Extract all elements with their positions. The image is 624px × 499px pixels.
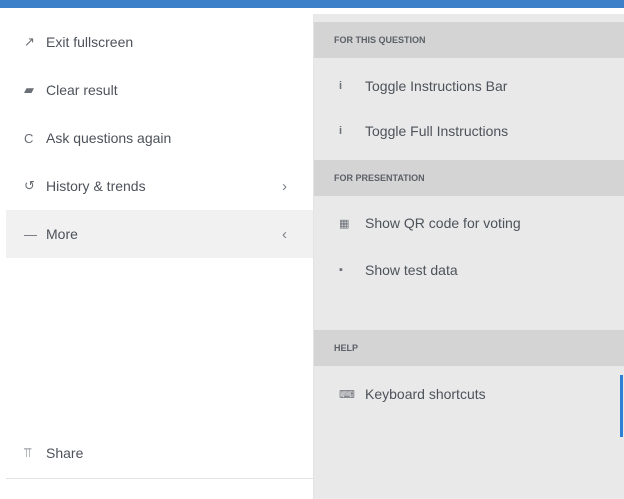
exit-fullscreen-label: Exit fullscreen <box>46 34 134 50</box>
share-icon: ⫪ <box>24 445 32 460</box>
keyboard-shortcuts-label: Keyboard shortcuts <box>365 386 486 402</box>
section-header-for-this-question: FOR THIS QUESTION <box>314 22 624 58</box>
clear-result-label: Clear result <box>46 82 118 98</box>
show-test-data-item[interactable]: ▪ Show test data <box>314 250 624 290</box>
main-menu: ↗ Exit fullscreen ▰ Clear result C Ask q… <box>6 14 314 499</box>
top-accent-bar <box>0 0 624 8</box>
scroll-indicator[interactable] <box>620 375 623 437</box>
ask-questions-again-label: Ask questions again <box>46 130 172 146</box>
share-label: Share <box>46 445 84 461</box>
eraser-icon: ▰ <box>24 82 34 97</box>
info-icon: i <box>339 125 343 137</box>
refresh-icon: C <box>24 130 34 146</box>
more-submenu: FOR THIS QUESTION i Toggle Instructions … <box>314 14 624 499</box>
qr-code-icon: ▦ <box>339 217 350 230</box>
section-header-for-presentation: FOR PRESENTATION <box>314 160 624 196</box>
more-item[interactable]: — More ‹ <box>6 210 313 258</box>
info-icon: i <box>339 80 343 92</box>
history-trends-item[interactable]: ↺ History & trends › <box>6 162 313 210</box>
toggle-full-instructions-item[interactable]: i Toggle Full Instructions <box>314 111 624 151</box>
lock-icon: ▪ <box>339 264 343 276</box>
exit-fullscreen-item[interactable]: ↗ Exit fullscreen <box>6 18 313 66</box>
show-test-data-label: Show test data <box>365 262 458 278</box>
toggle-instructions-bar-label: Toggle Instructions Bar <box>365 78 508 94</box>
share-item[interactable]: ⫪ Share <box>6 429 313 477</box>
section-header-help: HELP <box>314 330 624 366</box>
compress-arrows-icon: ↗ <box>24 34 35 49</box>
ask-questions-again-item[interactable]: C Ask questions again <box>6 114 313 162</box>
more-label: More <box>46 226 78 242</box>
chevron-right-icon: › <box>282 177 287 195</box>
show-qr-code-label: Show QR code for voting <box>365 215 521 231</box>
history-trends-label: History & trends <box>46 178 146 194</box>
keyboard-shortcuts-item[interactable]: ⌨ Keyboard shortcuts <box>314 374 624 414</box>
divider <box>6 478 313 479</box>
show-qr-code-item[interactable]: ▦ Show QR code for voting <box>314 203 624 243</box>
dash-icon: — <box>24 226 37 242</box>
history-icon: ↺ <box>24 178 35 193</box>
chevron-left-icon: ‹ <box>282 225 287 243</box>
clear-result-item[interactable]: ▰ Clear result <box>6 66 313 114</box>
toggle-instructions-bar-item[interactable]: i Toggle Instructions Bar <box>314 66 624 106</box>
toggle-full-instructions-label: Toggle Full Instructions <box>365 123 509 139</box>
keyboard-icon: ⌨ <box>339 388 355 401</box>
